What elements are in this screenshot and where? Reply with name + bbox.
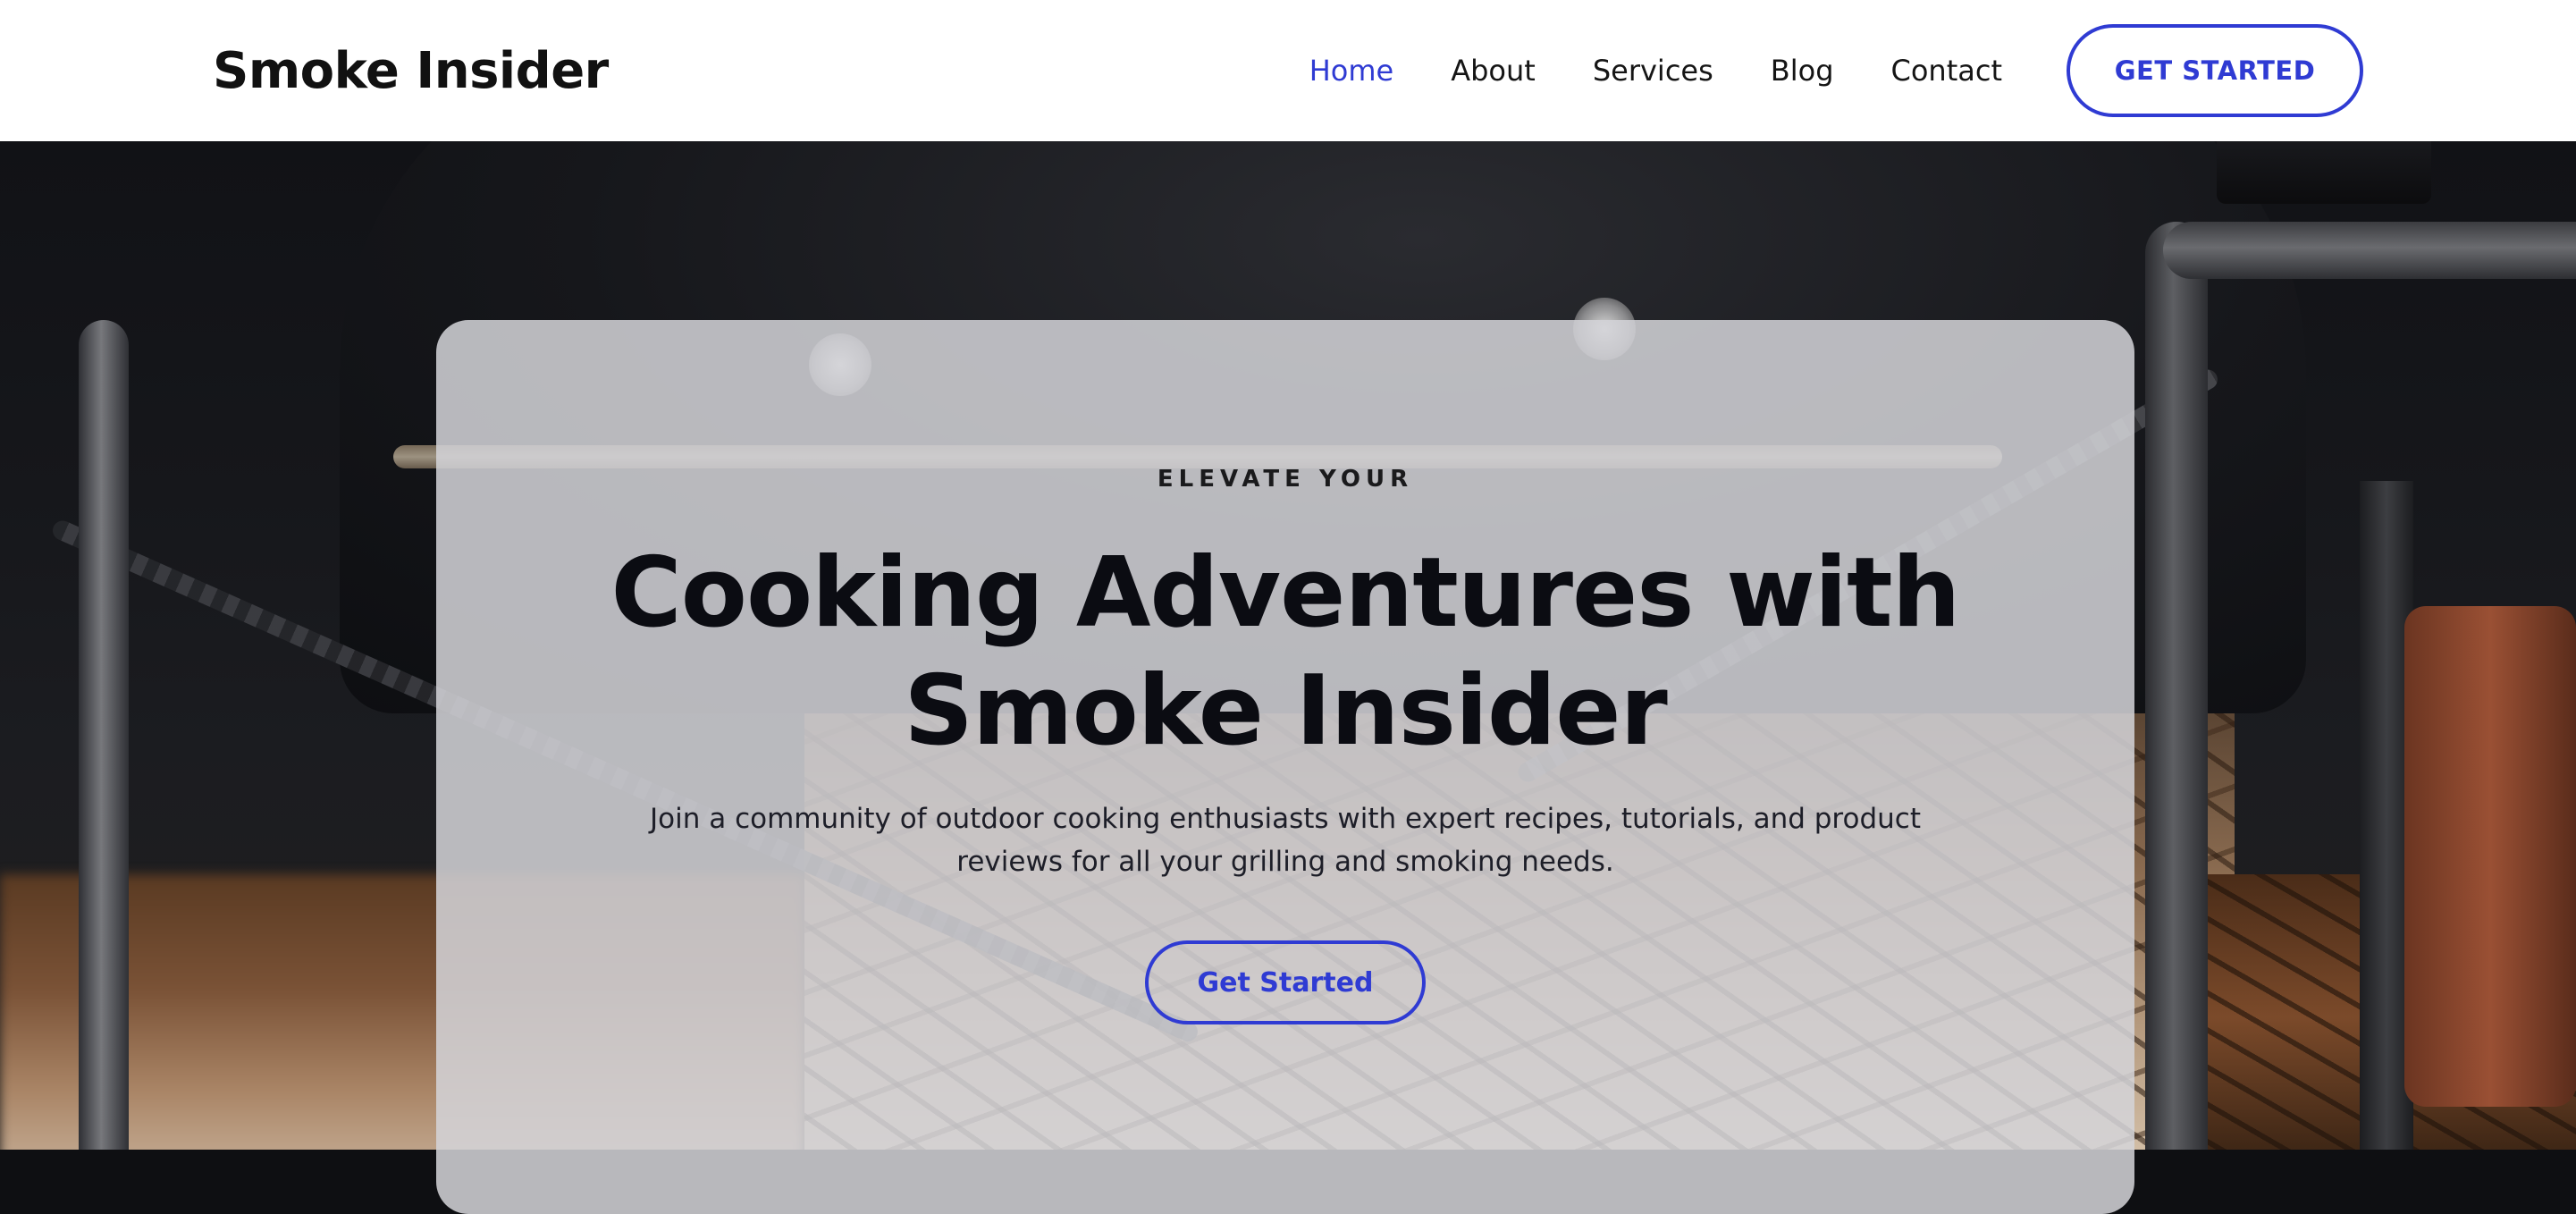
nav-link-contact[interactable]: Contact xyxy=(1891,54,2003,88)
nav-link-home[interactable]: Home xyxy=(1309,54,1394,88)
hero-subtext: Join a community of outdoor cooking enth… xyxy=(650,803,1921,878)
hero-headline-line-2: Smoke Insider xyxy=(904,655,1667,767)
site-header: Smoke Insider Home About Services Blog C… xyxy=(0,0,2576,141)
hero-background-stack xyxy=(2217,141,2431,204)
hero-get-started-button[interactable]: Get Started xyxy=(1145,940,1426,1024)
site-logo[interactable]: Smoke Insider xyxy=(213,42,609,100)
header-get-started-button[interactable]: GET STARTED xyxy=(2067,24,2363,117)
main-nav: Home About Services Blog Contact GET STA… xyxy=(1252,24,2363,117)
nav-link-about[interactable]: About xyxy=(1451,54,1536,88)
nav-link-blog[interactable]: Blog xyxy=(1771,54,1834,88)
hero-headline: Cooking Adventures with Smoke Insider xyxy=(436,535,2134,771)
hero-background-post xyxy=(79,320,129,1150)
hero-headline-line-1: Cooking Adventures with xyxy=(610,537,1961,649)
hero-eyebrow: ELEVATE YOUR xyxy=(1157,466,1414,493)
hero-background-planter xyxy=(2404,606,2576,1107)
nav-link-services[interactable]: Services xyxy=(1593,54,1713,88)
hero-background-pipe xyxy=(2145,222,2208,1150)
hero-background-pipe xyxy=(2163,222,2576,279)
hero-card: ELEVATE YOUR Cooking Adventures with Smo… xyxy=(436,320,2134,1214)
